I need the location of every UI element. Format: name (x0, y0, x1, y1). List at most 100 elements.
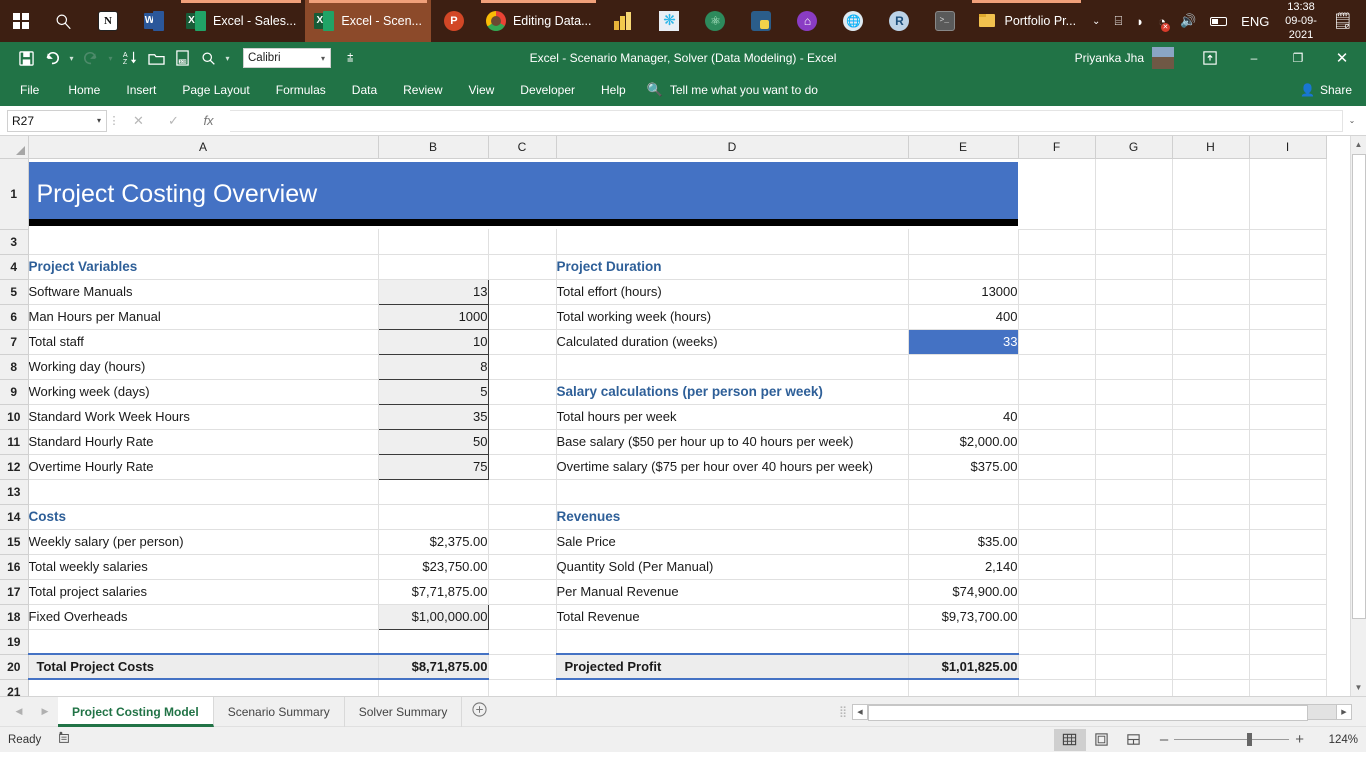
cell-B20[interactable]: $8,71,875.00 (378, 653, 489, 680)
start-button[interactable] (0, 0, 42, 42)
cell-B10[interactable]: 35 (377, 403, 489, 430)
restore-button[interactable]: ❐ (1276, 42, 1320, 74)
cell-G11[interactable] (1095, 429, 1173, 455)
cell-A17[interactable]: Total project salaries (28, 579, 379, 605)
network-tray-icon[interactable]: ◗ (1129, 0, 1151, 42)
cell-A16[interactable]: Total weekly salaries (28, 554, 379, 580)
enter-formula-button[interactable]: ✓ (156, 113, 191, 129)
tab-view[interactable]: View (456, 74, 508, 106)
cancel-formula-button[interactable]: ✕ (121, 113, 156, 129)
cell-B19[interactable] (378, 629, 489, 655)
cell-C11[interactable] (488, 429, 557, 455)
cell-D20[interactable]: Projected Profit (556, 653, 909, 680)
row-header-6[interactable]: 6 (0, 304, 29, 330)
row-header-19[interactable]: 19 (0, 629, 29, 655)
tab-developer[interactable]: Developer (507, 74, 588, 106)
undo-button[interactable] (40, 46, 64, 70)
cell-E11[interactable]: $2,000.00 (908, 429, 1019, 455)
cell-F4[interactable] (1018, 254, 1096, 280)
cell-B14[interactable] (378, 504, 489, 530)
cell-D19[interactable] (556, 629, 909, 655)
cell-C21[interactable] (488, 679, 557, 696)
cell-C16[interactable] (488, 554, 557, 580)
cell-A4[interactable]: Project Variables (28, 254, 379, 280)
taskbar-item-notion[interactable]: N (85, 0, 131, 42)
cell-I1[interactable] (1249, 158, 1327, 230)
zoom-slider-thumb[interactable] (1247, 733, 1253, 746)
cell-E3[interactable] (908, 229, 1019, 255)
tab-home[interactable]: Home (55, 74, 113, 106)
cell-I10[interactable] (1249, 404, 1327, 430)
cell-A14[interactable]: Costs (28, 504, 379, 530)
cell-H6[interactable] (1172, 304, 1250, 330)
cell-B4[interactable] (378, 254, 489, 280)
cell-G12[interactable] (1095, 454, 1173, 480)
row-header-7[interactable]: 7 (0, 329, 29, 355)
page-layout-view-button[interactable] (1086, 729, 1118, 751)
taskbar-clock[interactable]: 13:38 09-09-2021 (1276, 0, 1325, 42)
sheet-tab-scenario-summary[interactable]: Scenario Summary (214, 696, 345, 727)
cell-D16[interactable]: Quantity Sold (Per Manual) (556, 554, 909, 580)
vertical-scrollbar[interactable]: ▲ ▼ (1350, 136, 1366, 696)
title-banner-cell[interactable]: Project Costing Overview (28, 158, 1018, 229)
cell-C9[interactable] (488, 379, 557, 405)
cell-C13[interactable] (488, 479, 557, 505)
cell-B13[interactable] (378, 479, 489, 505)
cell-F18[interactable] (1018, 604, 1096, 630)
tab-insert[interactable]: Insert (113, 74, 169, 106)
column-header-d[interactable]: D (556, 136, 909, 159)
cell-F9[interactable] (1018, 379, 1096, 405)
row-header-11[interactable]: 11 (0, 429, 29, 455)
cell-I18[interactable] (1249, 604, 1327, 630)
row-header-15[interactable]: 15 (0, 529, 29, 555)
cell-D9[interactable]: Salary calculations (per person per week… (556, 379, 909, 405)
cell-C4[interactable] (488, 254, 557, 280)
taskbar-search-button[interactable] (42, 0, 85, 42)
cell-C20[interactable] (488, 654, 557, 680)
cell-D3[interactable] (556, 229, 909, 255)
find-dropdown-arrow[interactable]: ▾ (222, 54, 233, 63)
cell-H18[interactable] (1172, 604, 1250, 630)
cell-D17[interactable]: Per Manual Revenue (556, 579, 909, 605)
cell-H20[interactable] (1172, 654, 1250, 680)
row-header-3[interactable]: 3 (0, 229, 29, 255)
cell-A7[interactable]: Total staff (28, 329, 379, 355)
find-button[interactable] (196, 46, 220, 70)
cell-G19[interactable] (1095, 629, 1173, 655)
taskbar-item-word[interactable]: W (131, 0, 177, 42)
cell-G17[interactable] (1095, 579, 1173, 605)
cell-C18[interactable] (488, 604, 557, 630)
cell-F21[interactable] (1018, 679, 1096, 696)
taskbar-item-snowflake[interactable]: ❋ (646, 0, 692, 42)
cell-G10[interactable] (1095, 404, 1173, 430)
undo-dropdown-arrow[interactable]: ▾ (66, 54, 77, 63)
cell-F20[interactable] (1018, 654, 1096, 680)
cell-B8[interactable]: 8 (377, 353, 489, 380)
cell-A20[interactable]: Total Project Costs (28, 653, 379, 680)
ribbon-display-options-button[interactable] (1188, 42, 1232, 74)
cell-C6[interactable] (488, 304, 557, 330)
cell-F19[interactable] (1018, 629, 1096, 655)
save-button[interactable] (14, 46, 38, 70)
cell-C12[interactable] (488, 454, 557, 480)
accessibility-checker-icon[interactable] (57, 731, 75, 748)
cell-H12[interactable] (1172, 454, 1250, 480)
cell-D14[interactable]: Revenues (556, 504, 909, 530)
taskbar-item-github[interactable]: ⌂ (784, 0, 830, 42)
cell-G18[interactable] (1095, 604, 1173, 630)
cell-I8[interactable] (1249, 354, 1327, 380)
cell-I5[interactable] (1249, 279, 1327, 305)
cell-B17[interactable]: $7,71,875.00 (378, 579, 489, 605)
horizontal-scroll-track[interactable] (868, 703, 1336, 721)
cell-D5[interactable]: Total effort (hours) (556, 279, 909, 305)
cell-G15[interactable] (1095, 529, 1173, 555)
cell-E14[interactable] (908, 504, 1019, 530)
onedrive-tray-icon[interactable]: ⌸ (1107, 0, 1129, 42)
cell-G1[interactable] (1095, 158, 1173, 230)
action-center-button[interactable]: 🗒 (1326, 0, 1360, 42)
cell-D15[interactable]: Sale Price (556, 529, 909, 555)
cell-A18[interactable]: Fixed Overheads (28, 604, 379, 630)
sort-ascending-button[interactable]: AZ (118, 46, 142, 70)
tab-formulas[interactable]: Formulas (263, 74, 339, 106)
cell-B6[interactable]: 1000 (377, 303, 489, 330)
